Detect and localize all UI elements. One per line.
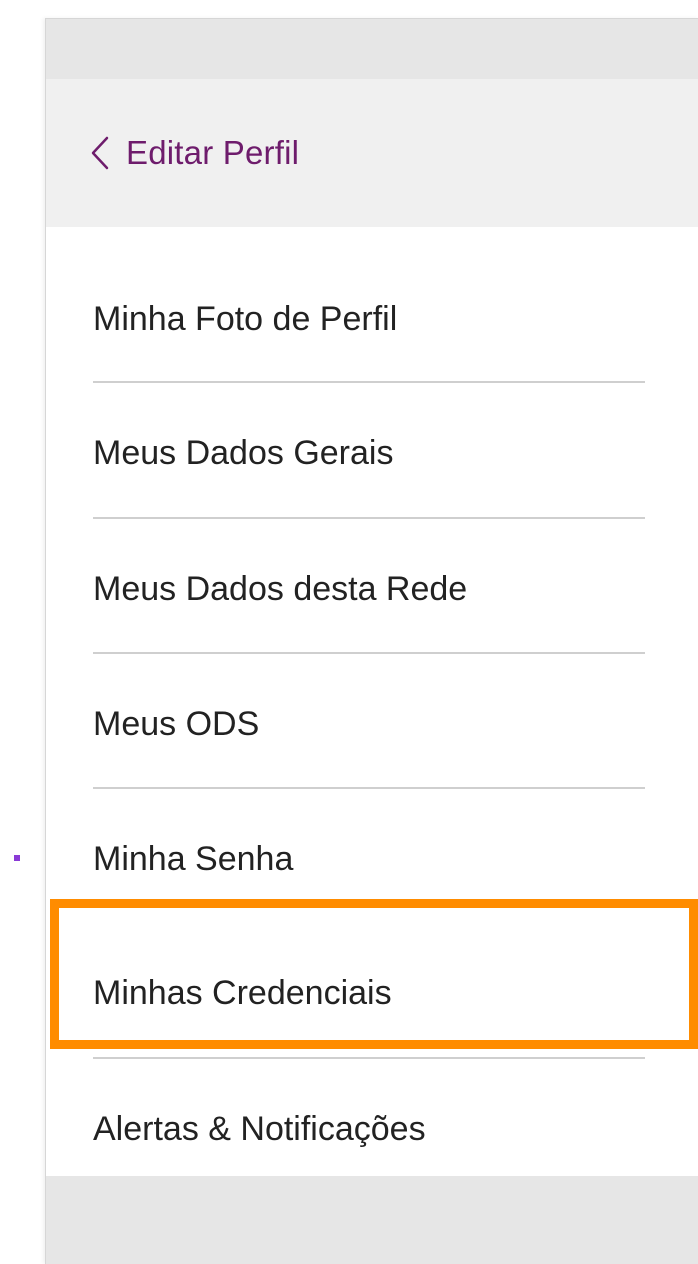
- menu-item-credentials[interactable]: Minhas Credenciais: [93, 925, 645, 1061]
- panel-header: Editar Perfil: [46, 79, 698, 227]
- top-bar: [46, 19, 698, 79]
- edit-profile-panel: Editar Perfil Minha Foto de Perfil Meus …: [45, 18, 698, 1264]
- menu-item-general-data[interactable]: Meus Dados Gerais: [93, 385, 645, 521]
- menu-divider: [93, 517, 645, 519]
- marker-dot: [14, 855, 20, 861]
- menu-item-network-data[interactable]: Meus Dados desta Rede: [93, 521, 645, 657]
- menu-item-ods[interactable]: Meus ODS: [93, 656, 645, 792]
- chevron-left-icon: [90, 136, 110, 170]
- menu-divider: [93, 787, 645, 789]
- menu-item-profile-photo[interactable]: Minha Foto de Perfil: [93, 251, 645, 387]
- menu-divider: [93, 1057, 645, 1059]
- menu-divider: [93, 652, 645, 654]
- menu-divider: [93, 381, 645, 383]
- back-label: Editar Perfil: [126, 134, 300, 171]
- bottom-bar: [46, 1176, 698, 1264]
- back-button[interactable]: Editar Perfil: [90, 134, 299, 172]
- menu-item-password[interactable]: Minha Senha: [93, 791, 645, 927]
